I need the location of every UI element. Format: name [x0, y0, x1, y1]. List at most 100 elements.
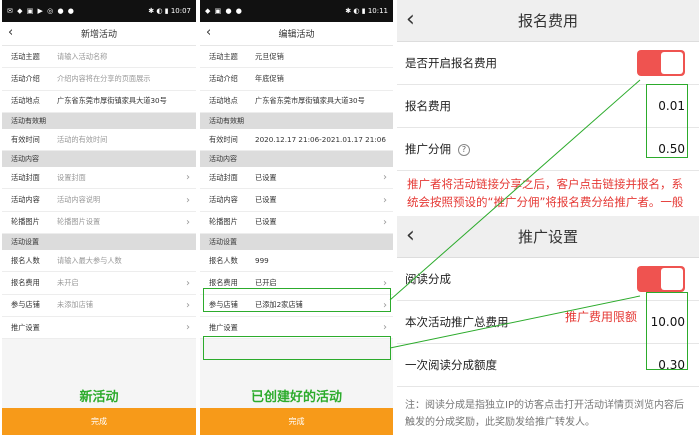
- chevron-right-icon: ›: [186, 277, 190, 289]
- form-row-value[interactable]: 广东省东莞市厚街镇家具大道30号: [255, 96, 387, 106]
- page-title: 新增活动: [80, 30, 117, 40]
- form-row-label: 活动内容: [209, 195, 238, 205]
- form-row-value[interactable]: 活动的有效时间: [57, 135, 190, 145]
- form-row[interactable]: 报名人数 请输入最大参与人数: [2, 250, 196, 273]
- form-row-label: 活动介绍: [11, 73, 40, 83]
- form-row[interactable]: 活动内容 活动内容说明 ›: [2, 189, 196, 212]
- form-row[interactable]: 轮播图片 已设置 ›: [200, 211, 393, 235]
- form-row[interactable]: 活动封面 已设置 ›: [200, 167, 393, 190]
- form-row-value[interactable]: 介绍内容将在分享的页面展示: [57, 74, 190, 84]
- form-row[interactable]: 报名费用 已开启 ›: [200, 272, 393, 295]
- section-header: 活动有效期: [200, 112, 393, 129]
- nav-bar: ‹ 编辑活动: [200, 22, 393, 46]
- form-row-value[interactable]: 已开启: [255, 278, 380, 288]
- section-header: 活动有效期: [2, 112, 196, 129]
- fee-enable-row: 是否开启报名费用: [397, 42, 699, 85]
- help-icon[interactable]: ?: [458, 143, 470, 156]
- form-row-label: 参与店铺: [209, 300, 238, 310]
- fee-amount-label: 报名费用: [405, 99, 451, 113]
- form-row-label: 报名费用: [11, 278, 40, 288]
- chevron-right-icon: ›: [186, 172, 190, 184]
- chevron-right-icon: ›: [186, 216, 190, 228]
- status-time: ✱ ◐ ▮ 10:11: [345, 7, 388, 15]
- form-row[interactable]: 活动地点 广东省东莞市厚街镇家具大道30号: [2, 90, 196, 113]
- form-row-value[interactable]: 年底促销: [255, 74, 387, 84]
- form-row-label: 轮播图片: [11, 217, 40, 227]
- form-row[interactable]: 活动主题 请输入活动名称: [2, 46, 196, 69]
- back-arrow-icon[interactable]: ‹: [406, 223, 415, 249]
- form-row-label: 活动地点: [11, 96, 40, 106]
- form-row-label: 活动封面: [11, 172, 40, 182]
- fee-explanation-note: 推广者将活动链接分享之后，客户点击链接并报名，系统会按照预设的“推广分佣”将报名…: [407, 177, 684, 209]
- form-row-label: 报名费用: [209, 278, 238, 288]
- chevron-right-icon: ›: [186, 299, 190, 311]
- form-row-label: 报名人数: [209, 255, 238, 265]
- form-row[interactable]: 参与店铺 未添加店铺 ›: [2, 294, 196, 317]
- caption-new-activity: 新活动: [79, 390, 119, 405]
- form-row-value[interactable]: 元旦促销: [255, 52, 387, 62]
- form-row-value[interactable]: 请输入最大参与人数: [57, 256, 190, 266]
- panel-title: 报名费用: [517, 12, 578, 30]
- budget-limit-note: 推广费用限额: [565, 310, 638, 324]
- status-icons: ✉ ◆ ▣ ▶ ◎ ● ●: [7, 7, 75, 15]
- panel-title: 推广设置: [517, 228, 578, 246]
- form-row-value[interactable]: 广东省东莞市厚街镇家具大道30号: [57, 96, 190, 106]
- form-row-value[interactable]: 已设置: [255, 173, 380, 183]
- form-row-label: 活动介绍: [209, 73, 238, 83]
- screenshot-stage: ✉ ◆ ▣ ▶ ◎ ● ● ✱ ◐ ▮ 10:07 ‹ 新增活动 活动主题 请输入…: [0, 0, 700, 435]
- form-row[interactable]: 有效时间 2020.12.17 21:06-2021.01.17 21:06: [200, 128, 393, 152]
- section-header: 活动内容: [2, 151, 196, 168]
- chevron-right-icon: ›: [383, 194, 387, 206]
- done-button[interactable]: 完成: [200, 408, 393, 435]
- form-row-label: 活动地点: [209, 96, 238, 106]
- back-arrow-icon[interactable]: ‹: [206, 25, 211, 41]
- highlight-promo-values: [646, 292, 688, 370]
- form-row[interactable]: 报名费用 未开启 ›: [2, 272, 196, 295]
- toggle-knob: [661, 268, 683, 290]
- form-row-value[interactable]: 已设置: [255, 195, 380, 205]
- form-row[interactable]: 报名人数 999: [200, 250, 393, 273]
- form-row-value[interactable]: 轮播图片设置: [57, 217, 183, 227]
- chevron-right-icon: ›: [186, 322, 190, 334]
- form-row[interactable]: 参与店铺 已添加2家店铺 ›: [200, 294, 393, 317]
- form-row-value[interactable]: 2020.12.17 21:06-2021.01.17 21:06: [255, 135, 387, 144]
- form-row[interactable]: 推广设置 ›: [2, 316, 196, 340]
- commission-label: 推广分佣: [405, 142, 451, 156]
- status-bar: ✉ ◆ ▣ ▶ ◎ ● ● ✱ ◐ ▮ 10:07: [2, 0, 196, 22]
- form-row[interactable]: 活动主题 元旦促销: [200, 46, 393, 69]
- status-time: ✱ ◐ ▮ 10:07: [148, 7, 191, 15]
- highlight-promo-row: [203, 336, 391, 360]
- form-row-label: 活动内容: [11, 195, 40, 205]
- section-header: 活动设置: [2, 234, 196, 251]
- form-row-label: 有效时间: [11, 134, 40, 144]
- form-row-label: 有效时间: [209, 134, 238, 144]
- form-row[interactable]: 活动内容 已设置 ›: [200, 189, 393, 212]
- read-share-toggle[interactable]: [637, 266, 685, 292]
- form-row-value[interactable]: 未添加店铺: [57, 300, 183, 310]
- back-arrow-icon[interactable]: ‹: [406, 7, 415, 33]
- chevron-right-icon: ›: [186, 194, 190, 206]
- form-row-value[interactable]: 已添加2家店铺: [255, 300, 380, 310]
- done-button[interactable]: 完成: [2, 408, 196, 435]
- form-row-value[interactable]: 999: [255, 256, 387, 265]
- form-row-label: 轮播图片: [209, 217, 238, 227]
- form-row-value[interactable]: 已设置: [255, 217, 380, 227]
- form-row-value[interactable]: 活动内容说明: [57, 195, 183, 205]
- form-row[interactable]: 轮播图片 轮播图片设置 ›: [2, 211, 196, 235]
- read-share-label: 阅读分成: [405, 272, 451, 286]
- chevron-right-icon: ›: [383, 172, 387, 184]
- form-row[interactable]: 活动介绍 年底促销: [200, 68, 393, 91]
- form-row[interactable]: 活动封面 设置封面 ›: [2, 167, 196, 190]
- fee-enable-toggle[interactable]: [637, 50, 685, 76]
- form-row[interactable]: 活动地点 广东省东莞市厚街镇家具大道30号: [200, 90, 393, 113]
- form-row-value[interactable]: 未开启: [57, 278, 183, 288]
- form-row[interactable]: 推广设置 ›: [200, 316, 393, 340]
- back-arrow-icon[interactable]: ‹: [8, 25, 13, 41]
- form-row[interactable]: 活动介绍 介绍内容将在分享的页面展示: [2, 68, 196, 91]
- form-row-label: 活动主题: [209, 51, 238, 61]
- phone-edit-activity: ◆ ▣ ● ● ✱ ◐ ▮ 10:11 ‹ 编辑活动 活动主题 元旦促销 活动介绍 年…: [200, 0, 393, 435]
- form-row-value[interactable]: 设置封面: [57, 173, 183, 183]
- form-row[interactable]: 有效时间 活动的有效时间: [2, 128, 196, 152]
- form-row-value[interactable]: 请输入活动名称: [57, 52, 190, 62]
- chevron-right-icon: ›: [383, 216, 387, 228]
